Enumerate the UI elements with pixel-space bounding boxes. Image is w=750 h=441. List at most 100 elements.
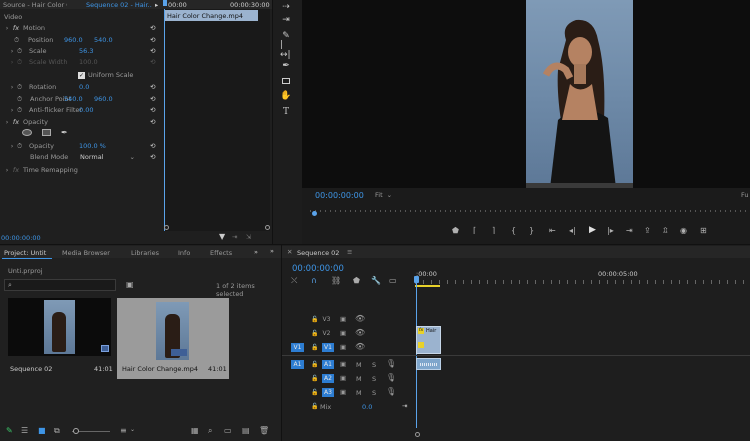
reset-icon[interactable]: ⟲ xyxy=(150,118,155,126)
blend-mode-dropdown[interactable]: Normal ⌄ xyxy=(80,153,135,161)
list-view-icon[interactable]: ☰ xyxy=(21,426,28,435)
export-frame-icon[interactable]: ◉ xyxy=(680,226,687,235)
hand-tool-icon[interactable]: ✋ xyxy=(280,90,292,102)
mix-value[interactable]: 0.0 xyxy=(362,403,372,411)
solo-icon[interactable]: S xyxy=(372,375,376,383)
zoom-slider-handle[interactable] xyxy=(73,428,79,434)
sync-lock-icon[interactable]: ▣ xyxy=(340,374,346,382)
type-tool-icon[interactable]: T xyxy=(280,106,292,118)
sync-lock-icon[interactable]: ▣ xyxy=(340,329,346,337)
new-bin-from-search-icon[interactable]: ▣ xyxy=(126,280,134,289)
rotation-value[interactable]: 0.0 xyxy=(79,83,89,91)
reset-icon[interactable]: ⟲ xyxy=(150,83,155,91)
microphone-icon[interactable]: 🎙 xyxy=(386,359,396,368)
selection-tool-icon[interactable]: ⇢ xyxy=(280,1,292,13)
audio-clip[interactable] xyxy=(416,358,441,370)
opacity-value[interactable]: 100.0 % xyxy=(79,142,106,150)
sync-lock-icon[interactable]: ▣ xyxy=(340,343,346,351)
step-back-frame-icon[interactable]: ◂| xyxy=(569,226,576,235)
slip-tool-icon[interactable]: |↔| xyxy=(280,40,292,60)
monitor-playhead[interactable] xyxy=(312,211,317,216)
work-area-bar[interactable] xyxy=(415,285,440,287)
microphone-icon[interactable]: 🎙 xyxy=(386,387,396,396)
timeline-scrollbar[interactable] xyxy=(415,431,748,437)
reset-icon[interactable]: ⟲ xyxy=(150,153,155,161)
anchor-x-value[interactable]: 540.0 xyxy=(64,95,83,103)
extract-icon[interactable]: ⇫ xyxy=(662,226,669,235)
timeline-tab-label[interactable]: Sequence 02 xyxy=(297,249,339,257)
sort-icon[interactable]: ≡ xyxy=(120,426,127,435)
ellipse-mask-icon[interactable] xyxy=(22,128,32,136)
track-label[interactable]: V3 xyxy=(322,315,331,324)
position-x-value[interactable]: 960.0 xyxy=(64,36,83,44)
play-only-icon[interactable]: ▸ xyxy=(155,0,158,9)
add-marker-icon[interactable]: ⬟ xyxy=(452,226,459,235)
lock-icon[interactable]: 🔓 xyxy=(311,361,318,368)
scale-value[interactable]: 56.3 xyxy=(79,47,93,55)
expand-chevron-icon[interactable]: › xyxy=(3,167,11,174)
track-label[interactable]: A1 xyxy=(322,360,334,369)
lock-icon[interactable]: 🔓 xyxy=(311,344,318,351)
lock-icon[interactable]: 🔓 xyxy=(311,316,318,323)
reset-icon[interactable]: ⟲ xyxy=(150,36,155,44)
expand-chevron-icon[interactable]: › xyxy=(3,25,11,32)
fx-icon[interactable]: fx xyxy=(11,119,21,126)
time-remapping-row[interactable]: › fx Time Remapping xyxy=(3,165,163,175)
timeline-timecode[interactable]: 00:00:00:00 xyxy=(292,264,344,274)
pen-mask-icon[interactable]: ✒ xyxy=(61,128,68,137)
track-label[interactable]: A3 xyxy=(322,388,334,397)
snap-magnet-icon[interactable]: ∩ xyxy=(311,276,317,285)
eye-icon[interactable]: 👁 xyxy=(355,314,365,323)
lock-icon[interactable]: 🔓 xyxy=(311,389,318,396)
mute-icon[interactable]: M xyxy=(356,375,362,383)
mark-out-icon[interactable]: ⌉ xyxy=(492,226,495,235)
sync-lock-icon[interactable]: ▣ xyxy=(340,360,346,368)
stopwatch-icon[interactable]: ⏱ xyxy=(15,96,24,103)
eye-icon[interactable]: 👁 xyxy=(355,342,365,351)
tab-info[interactable]: Info xyxy=(178,249,190,257)
timeline-close-icon[interactable]: ✕ xyxy=(287,248,292,256)
track-label[interactable]: V1 xyxy=(322,343,334,352)
zoom-slider[interactable] xyxy=(72,428,110,434)
lock-icon[interactable]: 🔓 xyxy=(311,375,318,382)
reset-icon[interactable]: ⟲ xyxy=(150,24,155,32)
mute-icon[interactable]: M xyxy=(356,361,362,369)
motion-row[interactable]: › fx Motion xyxy=(3,23,163,33)
stopwatch-icon[interactable]: ⏱ xyxy=(15,107,24,114)
source-patch-a1[interactable]: A1 xyxy=(291,360,304,369)
stopwatch-icon[interactable]: ⏱ xyxy=(12,37,21,44)
sync-lock-icon[interactable]: ▣ xyxy=(340,315,346,323)
tab-effects[interactable]: Effects xyxy=(210,249,232,257)
step-forward-frame-icon[interactable]: |▸ xyxy=(607,226,614,235)
tab-libraries[interactable]: Libraries xyxy=(131,249,159,257)
icon-view-icon[interactable]: ■ xyxy=(38,426,46,435)
step-forward-icon[interactable]: ⇥ xyxy=(626,226,633,235)
source-tab[interactable]: Source - Hair Color Ch xyxy=(3,0,67,9)
stopwatch-icon[interactable]: ⏱ xyxy=(15,48,24,55)
reset-icon[interactable]: ⟲ xyxy=(150,142,155,150)
button-editor-icon[interactable]: ⊞ xyxy=(700,226,707,235)
reset-icon[interactable]: ⟲ xyxy=(150,106,155,114)
go-to-in-icon[interactable]: { xyxy=(511,226,516,235)
tab-project[interactable]: Project: Untit xyxy=(4,249,46,257)
solo-icon[interactable]: S xyxy=(372,389,376,397)
captions-icon[interactable]: ▭ xyxy=(389,276,397,285)
stopwatch-icon[interactable]: ⏱ xyxy=(15,143,24,150)
stopwatch-icon[interactable]: ⏱ xyxy=(15,84,24,91)
nest-toggle-icon[interactable]: ⤬ xyxy=(291,276,297,286)
anchor-y-value[interactable]: 960.0 xyxy=(94,95,113,103)
tab-overflow-icon[interactable]: » xyxy=(254,248,258,256)
export-icon[interactable]: ⇥ xyxy=(232,233,237,241)
mute-icon[interactable]: M xyxy=(356,389,362,397)
mark-in-icon[interactable]: ⌈ xyxy=(473,226,476,235)
panel-expand-icon[interactable]: » xyxy=(270,247,274,255)
tab-media-browser[interactable]: Media Browser xyxy=(62,249,110,257)
pen-tool-icon[interactable]: ✒ xyxy=(280,60,292,72)
antiflicker-value[interactable]: 0.00 xyxy=(79,106,93,114)
new-bin-icon[interactable]: ▭ xyxy=(224,426,232,435)
lock-icon[interactable]: 🔓 xyxy=(311,330,318,337)
step-back-icon[interactable]: ⇤ xyxy=(549,226,556,235)
eye-icon[interactable]: 👁 xyxy=(355,328,365,337)
track-label[interactable]: A2 xyxy=(322,374,334,383)
sync-lock-icon[interactable]: ▣ xyxy=(340,388,346,396)
